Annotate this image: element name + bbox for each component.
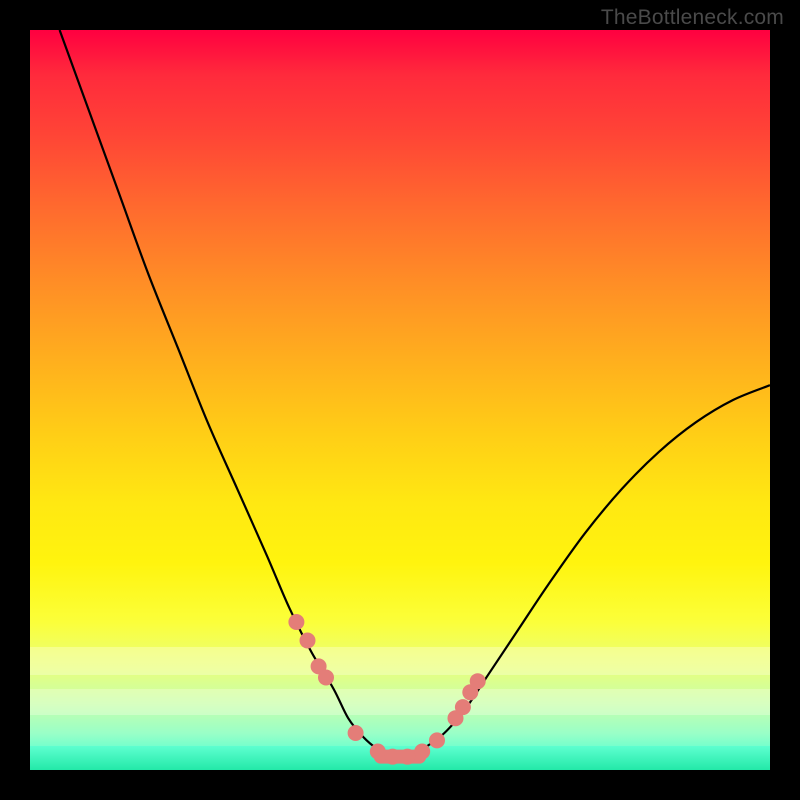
plot-area — [30, 30, 770, 770]
curve-marker — [414, 744, 430, 760]
curve-marker — [470, 673, 486, 689]
curve-marker — [288, 614, 304, 630]
curve-marker — [429, 732, 445, 748]
curve-marker — [348, 725, 364, 741]
watermark-text: TheBottleneck.com — [601, 6, 784, 30]
curve-marker — [455, 699, 471, 715]
curve-marker — [300, 633, 316, 649]
curve-marker — [318, 670, 334, 686]
curve-marker — [370, 744, 386, 760]
curve-marker — [385, 749, 401, 765]
curve-marker — [399, 749, 415, 765]
curve-layer — [30, 30, 770, 770]
chart-frame: TheBottleneck.com — [0, 0, 800, 800]
bottleneck-curve — [60, 30, 770, 758]
marker-group — [288, 614, 485, 765]
